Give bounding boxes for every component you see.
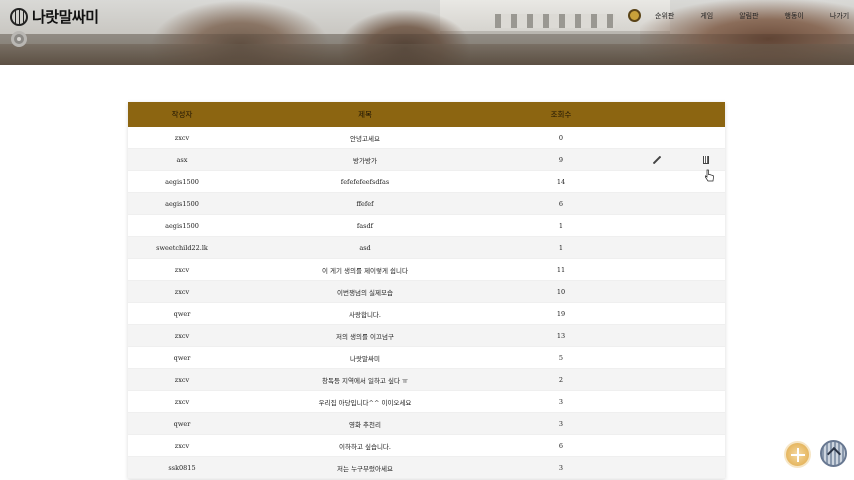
cell-title: 이 게기 생의를 제이렇게 쉽니다	[321, 266, 408, 275]
cell-title: fasdf	[356, 221, 374, 230]
cell-title: asd	[359, 243, 371, 252]
cell-views: 10	[556, 287, 566, 296]
table-row[interactable]: zxcv 우리집 아당입니다^^ 이이오세요 3	[128, 391, 725, 413]
cell-views: 6	[558, 441, 564, 450]
edit-cell	[628, 156, 686, 164]
column-header-views: 조회수	[550, 110, 572, 119]
board-table: 작성자 제목 조회수 zxcv 안녕고세요 0 asx 방가방가 9 aegis1500 fe…	[128, 102, 725, 479]
cell-title: 나랏말싸미	[350, 354, 380, 363]
cell-author: qwer	[173, 353, 191, 362]
table-row[interactable]: qwer 나랏말싸미 5	[128, 347, 725, 369]
header-banner: 나랏말싸미 순위판 게임 알림판 행동이 나가기	[0, 0, 854, 65]
cell-author: sweetchild22.lk	[156, 243, 208, 252]
scroll-top-button[interactable]	[820, 440, 847, 467]
cell-views: 2	[558, 375, 564, 384]
table-row[interactable]: aegis1500 fasdf 1	[128, 215, 725, 237]
table-row[interactable]: zxcv 저의 생의를 이끄넘구 13	[128, 325, 725, 347]
trash-icon[interactable]	[702, 155, 709, 164]
cell-author: ssk0815	[168, 463, 196, 472]
table-body: zxcv 안녕고세요 0 asx 방가방가 9 aegis1500 fefefefeefsdf…	[128, 127, 725, 479]
add-post-button[interactable]	[784, 441, 811, 468]
cell-views: 14	[556, 177, 566, 186]
cell-title: 창독등 지역에서 일하고 싶다 ㅠ	[321, 376, 408, 385]
nav-item-board[interactable]: 알림판	[739, 11, 758, 21]
cell-title: 우리집 아당입니다^^ 이이오세요	[318, 398, 412, 407]
nav-item-ranking[interactable]: 순위판	[655, 11, 674, 21]
nav-item-profile[interactable]: 행동이	[785, 11, 804, 21]
cell-author: qwer	[173, 419, 191, 428]
cell-author: zxcv	[174, 397, 190, 406]
cell-author: zxcv	[174, 265, 190, 274]
cell-views: 5	[558, 353, 564, 362]
cell-views: 3	[558, 419, 564, 428]
cell-title: 사랑합니다.	[349, 310, 381, 319]
pencil-icon[interactable]	[653, 156, 661, 164]
cell-author: aegis1500	[165, 221, 199, 230]
cell-author: zxcv	[174, 331, 190, 340]
cell-author: zxcv	[174, 287, 190, 296]
cell-author: asx	[176, 155, 188, 164]
medal-icon[interactable]	[628, 9, 641, 22]
cell-views: 1	[558, 221, 564, 230]
cell-title: 안녕고세요	[350, 134, 380, 143]
table-row[interactable]: zxcv 안녕고세요 0	[128, 127, 725, 149]
table-row[interactable]: zxcv 이번쟁넘의 실제모습 10	[128, 281, 725, 303]
cell-title: 이하하고 싶습니다.	[339, 442, 391, 451]
table-row[interactable]: ssk0815 저는 누구부렀아세요 3	[128, 457, 725, 479]
table-row[interactable]: qwer 사랑합니다. 19	[128, 303, 725, 325]
cell-views: 9	[558, 155, 564, 164]
cell-author: zxcv	[174, 375, 190, 384]
table-header: 작성자 제목 조회수	[128, 102, 725, 127]
cell-title: 영화 추천리	[349, 420, 381, 429]
cell-author: zxcv	[174, 133, 190, 142]
table-row[interactable]: aegis1500 fefefefeefsdfas 14	[128, 171, 725, 193]
cell-title: 이번쟁넘의 실제모습	[337, 288, 393, 297]
cell-title: 저의 생의를 이끄넘구	[336, 332, 394, 341]
nav-item-logout[interactable]: 나가기	[830, 11, 849, 21]
cell-views: 6	[558, 199, 564, 208]
cell-title: 저는 누구부렀아세요	[337, 464, 393, 473]
hand-cursor-icon	[705, 169, 714, 182]
cell-views: 1	[558, 243, 564, 252]
cell-title: 방가방가	[353, 156, 377, 165]
column-header-author: 작성자	[171, 110, 193, 119]
table-row[interactable]: zxcv 창독등 지역에서 일하고 싶다 ㅠ 2	[128, 369, 725, 391]
table-row[interactable]: asx 방가방가 9	[128, 149, 725, 171]
cell-author: qwer	[173, 309, 191, 318]
nav-item-game[interactable]: 게임	[700, 11, 713, 21]
table-row[interactable]: qwer 영화 추천리 3	[128, 413, 725, 435]
column-header-title: 제목	[358, 110, 372, 119]
cell-views: 11	[556, 265, 566, 274]
main-nav: 순위판 게임 알림판 행동이 나가기	[628, 9, 854, 22]
cell-author: aegis1500	[165, 177, 199, 186]
logo-text: 나랏말싸미	[32, 8, 99, 26]
cell-views: 0	[558, 133, 564, 142]
gear-icon[interactable]	[11, 31, 27, 47]
site-logo[interactable]: 나랏말싸미	[10, 6, 99, 27]
cell-views: 19	[556, 309, 566, 318]
cell-title: fefefefeefsdfas	[340, 177, 390, 186]
cell-views: 3	[558, 397, 564, 406]
cell-title: ffefef	[356, 199, 374, 208]
globe-icon	[10, 7, 28, 26]
cell-views: 13	[556, 331, 566, 340]
table-row[interactable]: sweetchild22.lk asd 1	[128, 237, 725, 259]
cell-views: 3	[558, 463, 564, 472]
delete-cell	[686, 155, 725, 164]
cell-author: zxcv	[174, 441, 190, 450]
table-row[interactable]: zxcv 이 게기 생의를 제이렇게 쉽니다 11	[128, 259, 725, 281]
banner-shade	[0, 34, 854, 65]
cell-author: aegis1500	[165, 199, 199, 208]
table-row[interactable]: aegis1500 ffefef 6	[128, 193, 725, 215]
table-row[interactable]: zxcv 이하하고 싶습니다. 6	[128, 435, 725, 457]
